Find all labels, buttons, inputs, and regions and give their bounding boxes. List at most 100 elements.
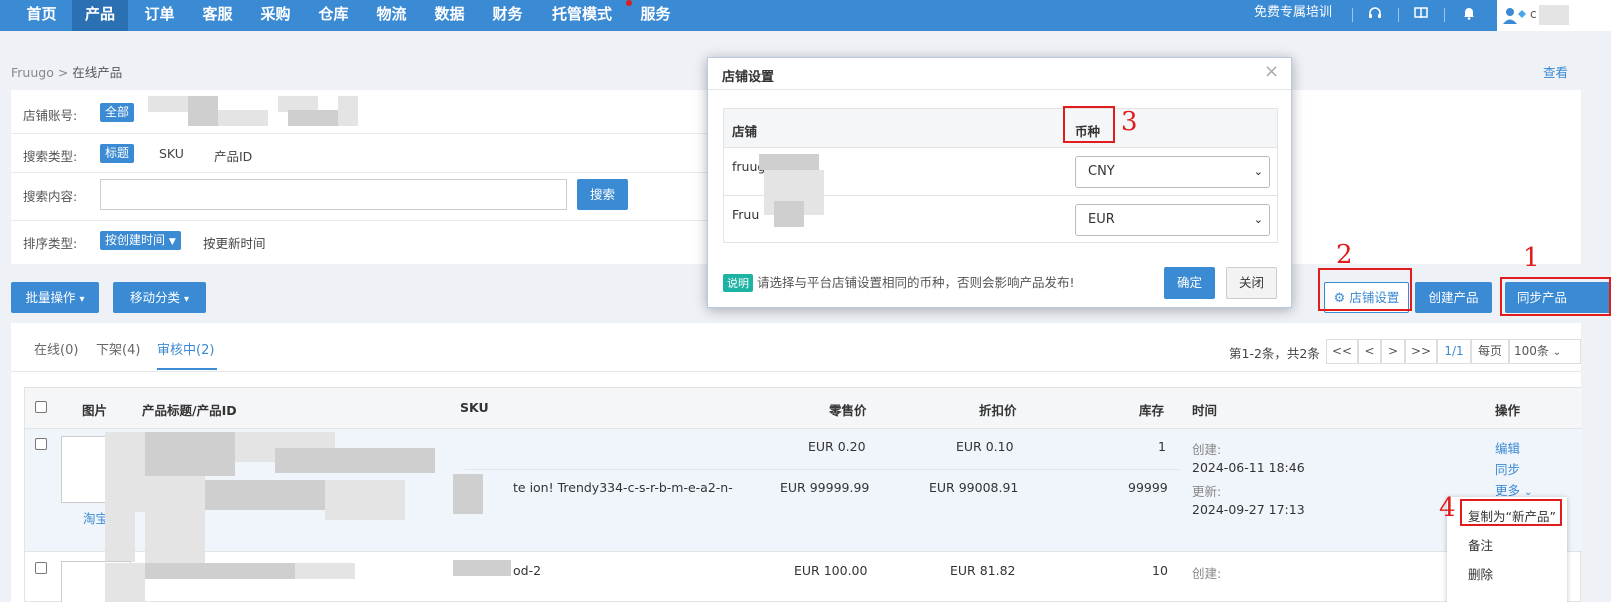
nav-logistics[interactable]: 物流 bbox=[365, 0, 418, 31]
shop-settings-dialog: 店铺设置 × 店铺 币种 fruug CNY ⌄ Fruu EUR ⌄ 3 说明 请选… bbox=[707, 57, 1292, 308]
search-type-title[interactable]: 标题 bbox=[100, 144, 135, 163]
delete-item[interactable]: 删除 bbox=[1468, 564, 1493, 583]
annotation-box-copy bbox=[1460, 499, 1562, 526]
shop-name: Fruu bbox=[732, 207, 760, 222]
book-icon[interactable] bbox=[1413, 5, 1429, 21]
redacted-title bbox=[145, 476, 205, 566]
annotation-box-shop-settings bbox=[1318, 268, 1412, 311]
user-initial: c bbox=[1530, 7, 1537, 21]
redacted-shop bbox=[188, 96, 218, 126]
sort-by-updated[interactable]: 按更新时间 bbox=[203, 233, 266, 252]
create-product-button[interactable]: 创建产品 bbox=[1415, 282, 1492, 313]
redacted-image bbox=[105, 512, 135, 562]
first-page-button[interactable]: << bbox=[1326, 339, 1358, 364]
discount-price: EUR 0.10 bbox=[956, 439, 1014, 454]
row-checkbox[interactable] bbox=[35, 562, 47, 574]
col-image: 图片 bbox=[82, 403, 108, 418]
col-retail-price: 零售价 bbox=[829, 403, 867, 418]
user-menu[interactable]: c bbox=[1497, 0, 1611, 31]
redacted-title bbox=[145, 432, 235, 476]
col-time: 时间 bbox=[1192, 403, 1218, 418]
redacted-username bbox=[1539, 5, 1569, 25]
currency-table: 店铺 币种 fruug CNY ⌄ Fruu EUR ⌄ bbox=[723, 108, 1278, 243]
row-checkbox[interactable] bbox=[35, 438, 47, 450]
nav-warehouse[interactable]: 仓库 bbox=[307, 0, 360, 31]
nav-customer-service[interactable]: 客服 bbox=[191, 0, 244, 31]
stock-value: 10 bbox=[1152, 563, 1168, 578]
confirm-button[interactable]: 确定 bbox=[1164, 267, 1215, 299]
shop-tag-all[interactable]: 全部 bbox=[100, 103, 135, 122]
search-button[interactable]: 搜索 bbox=[577, 179, 628, 210]
bell-icon[interactable] bbox=[1461, 5, 1477, 21]
divider bbox=[11, 220, 751, 221]
active-tab-indicator bbox=[157, 368, 217, 370]
edit-link[interactable]: 编辑 bbox=[1495, 438, 1520, 457]
breadcrumb-current: 在线产品 bbox=[72, 65, 123, 80]
move-category-button[interactable]: 移动分类 ▾ bbox=[113, 282, 206, 313]
currency-select[interactable]: EUR ⌄ bbox=[1075, 204, 1270, 236]
redacted-image bbox=[105, 432, 145, 512]
remark-item[interactable]: 备注 bbox=[1468, 535, 1493, 554]
annotation-number-4: 4 bbox=[1439, 493, 1456, 523]
stock-value: 99999 bbox=[1128, 480, 1168, 495]
currency-value: CNY bbox=[1088, 164, 1115, 179]
tab-under-review[interactable]: 审核中(2) bbox=[157, 339, 214, 358]
search-type-sku[interactable]: SKU bbox=[159, 146, 184, 161]
per-page-select[interactable]: 100条 ⌄ bbox=[1509, 339, 1581, 364]
next-page-button[interactable]: > bbox=[1381, 339, 1405, 364]
nav-home[interactable]: 首页 bbox=[15, 0, 68, 31]
nav-services[interactable]: 服务 bbox=[629, 0, 682, 31]
divider bbox=[11, 172, 751, 173]
nav-finance[interactable]: 财务 bbox=[481, 0, 534, 31]
prev-page-button[interactable]: < bbox=[1358, 339, 1381, 364]
sort-type-label: 排序类型: bbox=[23, 236, 78, 251]
sort-by-created-label: 按创建时间 bbox=[105, 233, 166, 247]
col-actions: 操作 bbox=[1495, 403, 1521, 418]
shop-account-label: 店铺账号: bbox=[23, 108, 78, 123]
nav-products[interactable]: 产品 bbox=[72, 0, 128, 31]
chevron-down-icon: ⌄ bbox=[1253, 213, 1263, 226]
note-badge: 说明 bbox=[723, 274, 753, 292]
divider bbox=[724, 195, 1277, 196]
divider bbox=[1444, 8, 1445, 22]
nav-orders[interactable]: 订单 bbox=[133, 0, 186, 31]
sku-text: te ion! Trendy334-c-s-r-b-m-e-a2-n- bbox=[513, 480, 733, 495]
chevron-down-icon: ⌄ bbox=[1253, 165, 1263, 178]
retail-price: EUR 100.00 bbox=[794, 563, 868, 578]
batch-operations-label: 批量操作 bbox=[25, 290, 76, 305]
sort-by-created[interactable]: 按创建时间 ▼ bbox=[100, 231, 181, 250]
last-page-button[interactable]: >> bbox=[1405, 339, 1437, 364]
table-header: 图片 产品标题/产品ID SKU 零售价 折扣价 库存 时间 操作 bbox=[25, 388, 1582, 429]
chevron-down-icon: ▾ bbox=[183, 294, 190, 305]
created-label: 创建: bbox=[1192, 442, 1222, 457]
redacted-shop bbox=[218, 110, 268, 126]
nav-managed-mode[interactable]: 托管模式 bbox=[542, 0, 622, 31]
select-all-checkbox[interactable] bbox=[35, 401, 47, 413]
divider bbox=[11, 133, 751, 134]
free-training-link[interactable]: 免费专属培训 bbox=[1254, 0, 1332, 31]
divider bbox=[11, 371, 1581, 372]
breadcrumb-root[interactable]: Fruugo bbox=[11, 65, 54, 80]
headset-icon[interactable] bbox=[1367, 5, 1383, 21]
sync-link[interactable]: 同步 bbox=[1495, 459, 1520, 478]
col-shop: 店铺 bbox=[732, 124, 758, 139]
annotation-box-currency bbox=[1063, 106, 1115, 143]
top-navigation: 首页 产品 订单 客服 采购 仓库 物流 数据 财务 托管模式 服务 免费专属培… bbox=[0, 0, 1611, 31]
currency-select[interactable]: CNY ⌄ bbox=[1075, 156, 1270, 188]
tab-offline[interactable]: 下架(4) bbox=[96, 339, 140, 358]
search-input[interactable] bbox=[100, 179, 567, 210]
nav-data[interactable]: 数据 bbox=[423, 0, 476, 31]
more-label: 更多 bbox=[1495, 483, 1521, 498]
stock-value: 1 bbox=[1158, 439, 1166, 454]
nav-purchasing[interactable]: 采购 bbox=[249, 0, 302, 31]
col-sku: SKU bbox=[460, 400, 489, 415]
tab-online[interactable]: 在线(0) bbox=[34, 339, 78, 358]
close-icon[interactable]: × bbox=[1264, 61, 1279, 82]
dialog-title: 店铺设置 bbox=[722, 70, 775, 85]
view-link[interactable]: 查看 bbox=[1543, 62, 1568, 81]
batch-operations-button[interactable]: 批量操作 ▾ bbox=[11, 282, 99, 313]
close-button[interactable]: 关闭 bbox=[1226, 267, 1277, 299]
product-table: 图片 产品标题/产品ID SKU 零售价 折扣价 库存 时间 操作 淘宝 te … bbox=[24, 387, 1582, 602]
search-type-product-id[interactable]: 产品ID bbox=[214, 146, 252, 165]
redacted-title bbox=[295, 563, 355, 579]
